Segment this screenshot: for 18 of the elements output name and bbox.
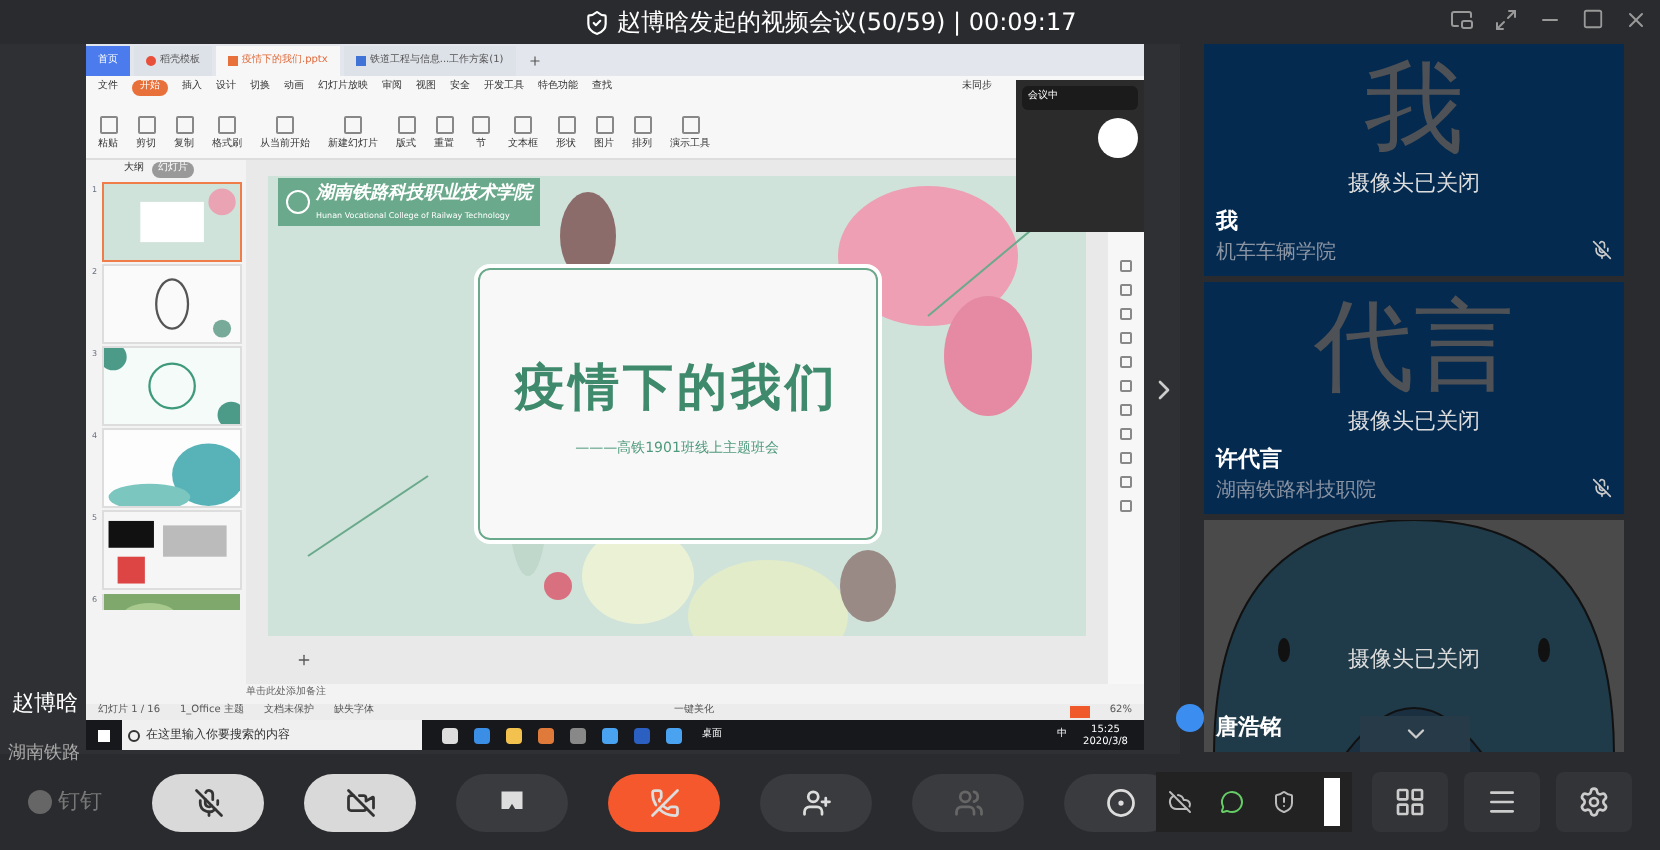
initials-watermark: 代言 (1314, 290, 1514, 402)
presenter-org: 湖南铁路 (8, 744, 80, 764)
college-name: 湖南铁路科技职业技术学院 (316, 182, 532, 208)
participant-name: 唐浩铭 (1216, 711, 1282, 743)
app-logo: 钉钉 (58, 785, 102, 818)
participant-name: 许代言 (1216, 443, 1284, 475)
camera-off-label: 摄像头已关闭 (1346, 644, 1482, 676)
camera-off-label: 摄像头已关闭 (1346, 406, 1482, 438)
camera-off-label: 摄像头已关闭 (1346, 168, 1482, 200)
initials-watermark: 我 (1364, 52, 1464, 164)
window-title: 赵博晗发起的视频会议(50/59) | 00:09:17 (617, 6, 1077, 40)
participant-name: 我 (1216, 205, 1240, 237)
participant-tile[interactable]: 代言 摄像头已关闭 许代言 湖南铁路科技职院 (1204, 282, 1624, 514)
participant-org: 湖南铁路科技职院 (1216, 477, 1376, 506)
presenter-name: 赵博晗 (12, 688, 78, 720)
slide-title: 疫情下的我们 (515, 356, 839, 420)
participant-tile[interactable]: 我 摄像头已关闭 我 机车车辆学院 (1204, 44, 1624, 276)
participant-org: 机车车辆学院 (1216, 239, 1336, 268)
